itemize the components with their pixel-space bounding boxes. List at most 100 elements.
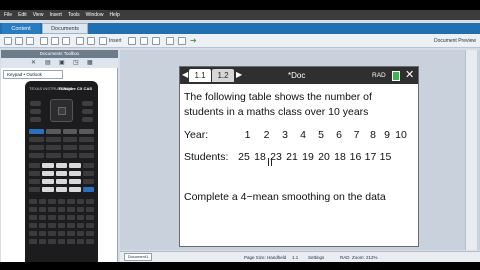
alpha-key[interactable] bbox=[67, 207, 75, 212]
key-2[interactable] bbox=[55, 179, 68, 184]
content-explorer-icon[interactable]: ▦ bbox=[87, 60, 94, 66]
catalog-key[interactable] bbox=[79, 137, 94, 142]
template-key[interactable] bbox=[62, 137, 78, 142]
alpha-key[interactable] bbox=[86, 207, 95, 212]
utilities-icon[interactable]: ◳ bbox=[73, 60, 80, 66]
tab-documents[interactable]: Documents bbox=[42, 23, 88, 34]
alpha-key[interactable] bbox=[57, 223, 66, 228]
home-key[interactable] bbox=[82, 101, 93, 106]
exp-key[interactable] bbox=[62, 145, 78, 150]
presenter-icon[interactable] bbox=[178, 37, 186, 45]
touchpad[interactable] bbox=[50, 99, 73, 122]
key-8[interactable] bbox=[55, 163, 68, 168]
ctrl-key[interactable] bbox=[29, 129, 44, 134]
alpha-key[interactable] bbox=[67, 231, 75, 236]
settings-label[interactable]: Settings bbox=[308, 254, 324, 261]
alpha-key[interactable] bbox=[67, 239, 75, 244]
var-key[interactable] bbox=[62, 129, 78, 134]
equals-key[interactable] bbox=[29, 137, 44, 142]
page-size-label[interactable]: Page Size: Handheld bbox=[244, 254, 286, 261]
del-key[interactable] bbox=[79, 129, 94, 134]
touchpad-click[interactable] bbox=[58, 107, 66, 115]
multiply-key[interactable] bbox=[82, 163, 95, 168]
alpha-key[interactable] bbox=[48, 239, 56, 244]
vertical-scrollbar[interactable] bbox=[465, 50, 477, 250]
menu-edit[interactable]: Edit bbox=[18, 10, 27, 20]
alpha-key[interactable] bbox=[38, 223, 47, 228]
y-key[interactable] bbox=[29, 171, 41, 176]
alpha-key[interactable] bbox=[86, 239, 95, 244]
menu-insert[interactable]: Insert bbox=[49, 10, 62, 20]
copy-icon[interactable] bbox=[51, 37, 59, 45]
alpha-key[interactable] bbox=[38, 199, 47, 204]
insert-icon[interactable] bbox=[99, 37, 107, 45]
alpha-key[interactable] bbox=[67, 215, 75, 220]
alpha-key[interactable] bbox=[76, 239, 85, 244]
redo-icon[interactable] bbox=[87, 37, 95, 45]
layout-icon[interactable] bbox=[152, 37, 160, 45]
alpha-key[interactable] bbox=[29, 231, 37, 236]
key-3[interactable] bbox=[69, 179, 81, 184]
alpha-key[interactable] bbox=[48, 207, 56, 212]
key-9[interactable] bbox=[69, 163, 81, 168]
alpha-key[interactable] bbox=[57, 215, 66, 220]
alpha-key[interactable] bbox=[67, 223, 75, 228]
x-key[interactable] bbox=[29, 163, 41, 168]
alpha-key[interactable] bbox=[86, 223, 95, 228]
menu-window[interactable]: Window bbox=[86, 10, 104, 20]
alpha-key[interactable] bbox=[86, 199, 95, 204]
key-7[interactable] bbox=[42, 163, 54, 168]
on-key[interactable] bbox=[29, 187, 41, 192]
alpha-key[interactable] bbox=[38, 239, 47, 244]
alpha-key[interactable] bbox=[38, 207, 47, 212]
comma-key[interactable] bbox=[62, 153, 78, 158]
undo-icon[interactable] bbox=[76, 37, 84, 45]
save-icon[interactable] bbox=[26, 37, 34, 45]
menu-tools[interactable]: Tools bbox=[68, 10, 80, 20]
send-arrow-icon[interactable]: ➜ bbox=[190, 37, 198, 45]
key-0[interactable] bbox=[42, 187, 54, 192]
open-folder-icon[interactable] bbox=[15, 37, 23, 45]
alpha-key[interactable] bbox=[29, 215, 37, 220]
alpha-key[interactable] bbox=[57, 231, 66, 236]
ti-smartview-icon[interactable]: ▣ bbox=[59, 60, 66, 66]
plus-key[interactable] bbox=[82, 179, 95, 184]
key-4[interactable] bbox=[42, 171, 54, 176]
keypad-view-select[interactable]: Keypad • Outlook bbox=[3, 70, 63, 79]
alpha-key[interactable] bbox=[57, 207, 66, 212]
tab-page-1-2[interactable]: 1.2 bbox=[212, 69, 234, 82]
square-key[interactable] bbox=[45, 145, 61, 150]
alpha-key[interactable] bbox=[38, 231, 47, 236]
doc-key[interactable] bbox=[82, 109, 93, 114]
paren-close-key[interactable] bbox=[45, 153, 61, 158]
alpha-key[interactable] bbox=[76, 223, 85, 228]
cut-icon[interactable] bbox=[40, 37, 48, 45]
screen-capture-icon[interactable] bbox=[166, 37, 174, 45]
trig-key[interactable] bbox=[45, 137, 61, 142]
enter-key[interactable] bbox=[82, 187, 95, 192]
alpha-key[interactable] bbox=[67, 199, 75, 204]
grid-view-icon[interactable] bbox=[140, 37, 148, 45]
menu-key[interactable] bbox=[82, 117, 93, 122]
alpha-key[interactable] bbox=[76, 215, 85, 220]
document-preview-select[interactable]: Document Preview bbox=[434, 36, 476, 46]
decimal-key[interactable] bbox=[55, 187, 68, 192]
alpha-key[interactable] bbox=[29, 207, 37, 212]
key-6[interactable] bbox=[69, 171, 81, 176]
zoom-label[interactable]: Zoom: 212% bbox=[352, 254, 378, 261]
alpha-key[interactable] bbox=[38, 215, 47, 220]
negative-key[interactable] bbox=[69, 187, 81, 192]
shift-key[interactable] bbox=[45, 129, 61, 134]
alpha-key[interactable] bbox=[48, 231, 56, 236]
paste-icon[interactable] bbox=[62, 37, 70, 45]
alpha-key[interactable] bbox=[57, 239, 66, 244]
alpha-key[interactable] bbox=[29, 239, 37, 244]
alpha-key[interactable] bbox=[57, 199, 66, 204]
alpha-key[interactable] bbox=[86, 215, 95, 220]
paren-open-key[interactable] bbox=[29, 153, 44, 158]
divide-key[interactable] bbox=[79, 153, 94, 158]
tab-key[interactable] bbox=[30, 117, 41, 122]
power-key[interactable] bbox=[29, 145, 44, 150]
menu-file[interactable]: File bbox=[4, 10, 12, 20]
key-5[interactable] bbox=[55, 171, 68, 176]
